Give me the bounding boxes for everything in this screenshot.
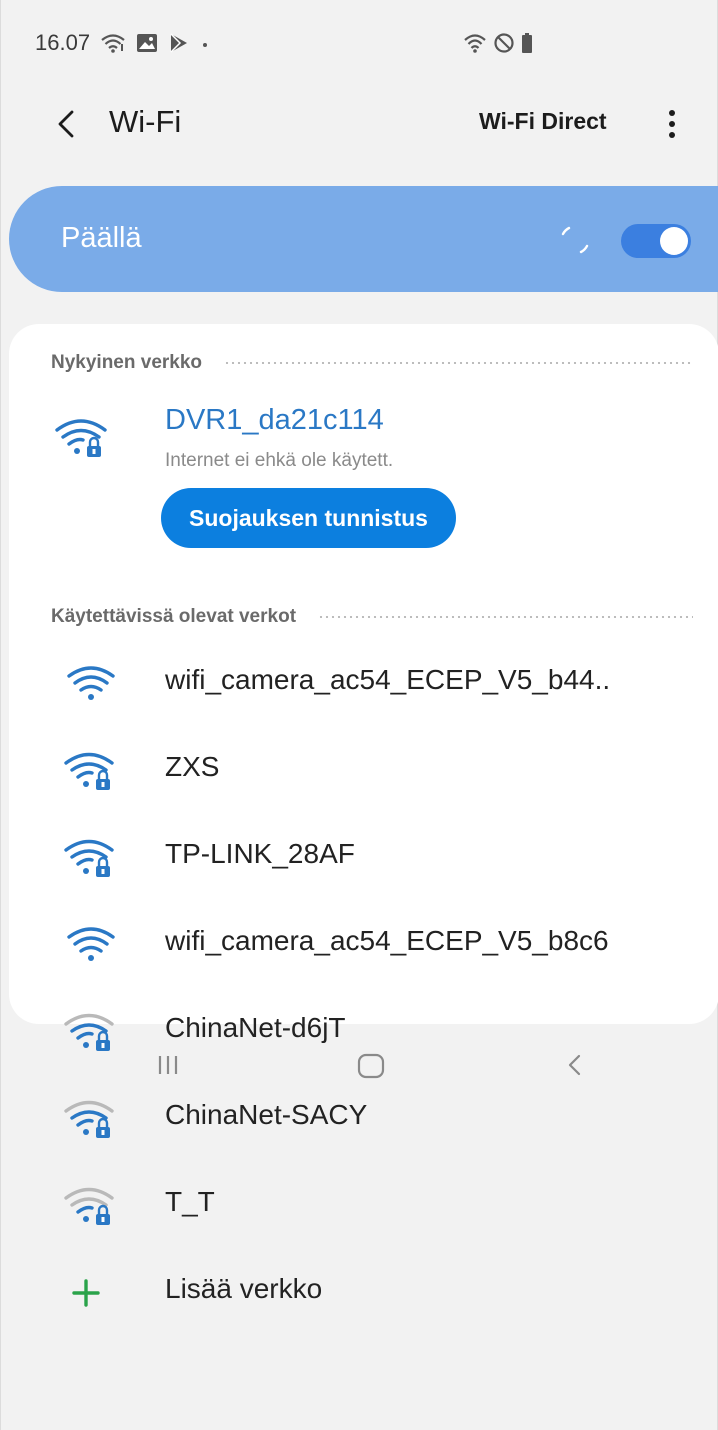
back-button[interactable] [51,104,81,144]
wifi-locked-medium-icon [64,1013,114,1051]
network-name: ZXS [165,751,220,782]
network-name: wifi_camera_ac54_ECEP_V5_b44.. [165,664,611,695]
network-name: TP-LINK_28AF [165,838,355,869]
network-name: ChinaNet-d6jT [165,1012,346,1043]
plus-icon [72,1279,100,1307]
nav-back-button[interactable] [561,1050,587,1085]
network-item[interactable]: wifi_camera_ac54_ECEP_V5_b8c6 [1,901,718,988]
wifi-direct-button[interactable]: Wi-Fi Direct [479,108,607,135]
notification-dot-icon [200,33,210,53]
toggle-label: Päällä [61,222,142,254]
status-bar: 16.07 [1,0,718,80]
network-item[interactable]: TP-LINK_28AF [1,814,718,901]
wifi-locked-weak-icon [64,1187,114,1225]
more-options-button[interactable] [659,104,685,144]
app-header: Wi-Fi Wi-Fi Direct [1,90,718,160]
current-network-status: Internet ei ehkä ole käytett. [165,450,394,471]
recents-icon [158,1056,178,1074]
network-item[interactable]: ChinaNet-SACY [1,1075,718,1162]
wifi-locked-icon [64,752,114,790]
play-store-icon [168,33,190,53]
home-icon [357,1053,385,1079]
section-divider [224,362,693,364]
security-check-button[interactable]: Suojauksen tunnistus [161,488,456,548]
do-not-disturb-icon [493,32,515,54]
current-network-header: Nykyinen verkko [51,352,693,374]
page-title: Wi-Fi [109,104,182,139]
wifi-master-toggle-bar[interactable]: Päällä [9,186,718,292]
wifi-locked-medium-icon [64,1100,114,1138]
wifi-locked-icon [55,419,107,457]
wifi-status-icon [100,32,126,54]
wifi-locked-icon [64,839,114,877]
wifi-signal-icon [463,32,487,54]
home-button[interactable] [355,1050,387,1087]
available-networks-header: Käytettävissä olevat verkot [51,606,693,628]
section-divider [318,616,693,618]
add-network-label: Lisää verkko [165,1273,323,1304]
network-name: T_T [165,1186,215,1217]
chevron-left-icon [58,110,74,138]
available-networks-list: wifi_camera_ac54_ECEP_V5_b44.. ZXS TP-LI… [1,640,718,1336]
network-name: ChinaNet-SACY [165,1099,368,1130]
current-network-title: Nykyinen verkko [51,352,203,373]
wifi-settings-screen: 16.07 Wi-Fi Wi-Fi Direct Päällä Nykyinen… [0,0,718,1430]
status-time: 16.07 [35,30,91,55]
recents-button[interactable] [153,1050,183,1085]
scanning-spinner-icon [561,226,589,254]
battery-icon [521,32,533,54]
wifi-open-icon [67,927,115,961]
network-item[interactable]: wifi_camera_ac54_ECEP_V5_b44.. [1,640,718,727]
wifi-toggle-switch[interactable] [621,224,691,258]
available-networks-title: Käytettävissä olevat verkot [51,606,297,627]
current-network-item[interactable]: DVR1_da21c114 Internet ei ehkä ole käyte… [51,404,691,564]
more-vert-icon [669,110,675,116]
back-icon [568,1054,581,1076]
wifi-open-icon [67,666,115,700]
switch-knob [660,227,688,255]
add-network-button[interactable]: Lisää verkko [1,1249,718,1336]
network-item[interactable]: T_T [1,1162,718,1249]
network-name: wifi_camera_ac54_ECEP_V5_b8c6 [165,925,609,956]
network-item[interactable]: ZXS [1,727,718,814]
gallery-icon [136,33,158,53]
current-network-name: DVR1_da21c114 [165,404,384,436]
